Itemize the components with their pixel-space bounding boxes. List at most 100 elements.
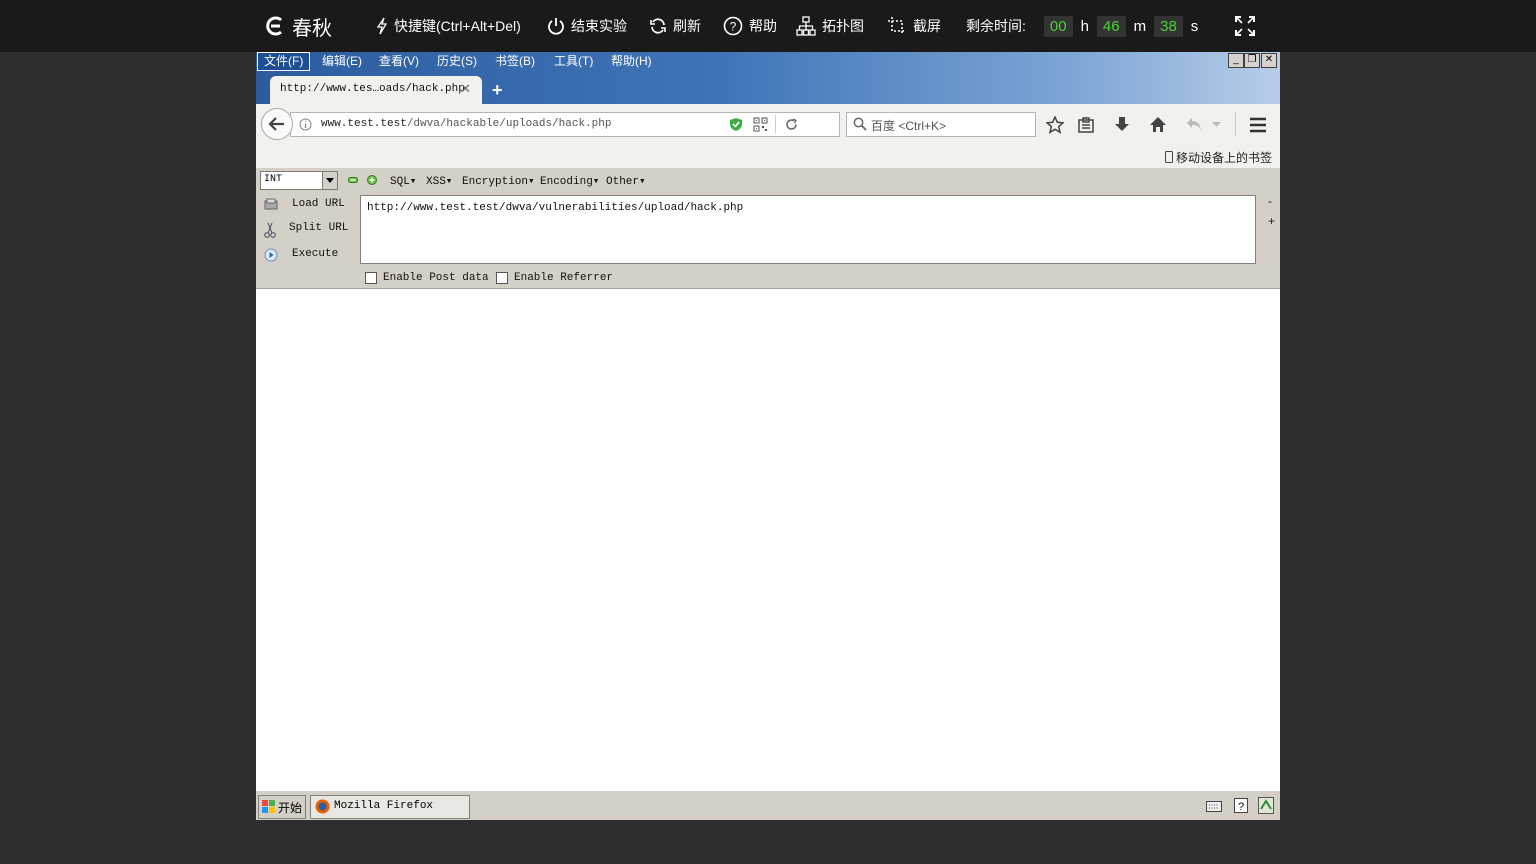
decrease-icon[interactable] — [348, 176, 358, 184]
load-url-label: Load URL — [292, 198, 345, 210]
new-tab-icon[interactable]: + — [492, 80, 503, 101]
expand-textarea-button[interactable]: + — [1268, 214, 1275, 228]
help-tray-icon[interactable]: ? — [1234, 798, 1248, 813]
type-select[interactable]: INT — [260, 171, 338, 190]
help-icon: ? — [723, 16, 743, 36]
page-content — [256, 289, 1280, 789]
menu-tools[interactable]: 工具(T) — [548, 53, 599, 70]
split-url-label: Split URL — [289, 222, 349, 234]
url-bar[interactable]: www.test.test/dwva/hackable/uploads/hack… — [290, 112, 840, 137]
tab-title: http://www.tes…oads/hack.php — [280, 83, 465, 95]
url-text[interactable]: www.test.test/dwva/hackable/uploads/hack… — [321, 118, 611, 130]
seconds-value: 38 — [1154, 15, 1183, 37]
back-arrow-icon — [268, 117, 284, 131]
menu-view[interactable]: 查看(V) — [373, 53, 425, 70]
top-toolbar: 春秋 快捷键(Ctrl+Alt+Del) 结束实验 刷新 ? 帮助 拓扑图 截屏… — [0, 0, 1536, 52]
shield-icon[interactable] — [729, 117, 743, 132]
star-bookmark-icon[interactable] — [1046, 116, 1064, 134]
chevron-down-icon[interactable] — [1212, 122, 1221, 128]
encoding-menu[interactable]: Encoding▾ — [540, 174, 599, 188]
browser-window: 文件(F) 编辑(E) 查看(V) 历史(S) 书签(B) 工具(T) 帮助(H… — [256, 52, 1280, 820]
reload-icon[interactable] — [785, 118, 798, 131]
execute-label: Execute — [292, 248, 339, 260]
shortcut-label: 快捷键(Ctrl+Alt+Del) — [394, 18, 521, 34]
xss-menu[interactable]: XSS▾ — [426, 174, 452, 188]
hackbar-panel: INT SQL▾ XSS▾ Encryption▾ Encoding▾ Othe… — [256, 168, 1280, 289]
navigation-bar: www.test.test/dwva/hackable/uploads/hack… — [256, 104, 1280, 146]
enable-referrer-checkbox[interactable]: Enable Referrer — [496, 272, 613, 284]
ichunqiu-logo: 春秋 — [264, 0, 332, 52]
enable-referrer-label: Enable Referrer — [514, 272, 614, 284]
enable-post-checkbox[interactable]: Enable Post data — [365, 272, 489, 284]
info-icon[interactable] — [299, 118, 312, 131]
menu-bookmarks[interactable]: 书签(B) — [489, 53, 541, 70]
menu-help[interactable]: 帮助(H) — [605, 53, 658, 70]
minutes-value: 46 — [1096, 15, 1126, 37]
search-bar[interactable]: 百度 <Ctrl+K> — [846, 112, 1036, 137]
sql-menu[interactable]: SQL▾ — [390, 174, 416, 188]
fullscreen-icon — [1235, 16, 1255, 36]
mobile-bookmarks-label: 移动设备上的书签 — [1175, 151, 1272, 165]
menu-edit[interactable]: 编辑(E) — [316, 53, 368, 70]
close-tab-icon[interactable]: ✕ — [460, 81, 471, 97]
mobile-bookmarks[interactable]: 移动设备上的书签 — [1164, 149, 1272, 166]
menu-file[interactable]: 文件(F) — [257, 52, 311, 71]
minimize-button[interactable]: _ — [1228, 53, 1244, 68]
keyboard-icon[interactable] — [1206, 799, 1222, 812]
enable-referrer-box[interactable] — [496, 272, 508, 284]
reading-list-icon[interactable] — [1078, 117, 1094, 133]
increase-icon[interactable] — [367, 175, 377, 185]
download-icon[interactable] — [1114, 116, 1130, 134]
url-divider — [775, 115, 776, 133]
windows-logo-icon — [262, 800, 275, 813]
taskbar-firefox-label: Mozilla Firefox — [334, 800, 434, 812]
svg-text:?: ? — [1238, 801, 1244, 813]
hours-value: 00 — [1043, 15, 1073, 37]
shrink-textarea-button[interactable]: - — [1268, 194, 1272, 208]
lightning-icon — [376, 17, 388, 35]
other-menu[interactable]: Other▾ — [606, 174, 646, 188]
undo-icon[interactable] — [1186, 117, 1202, 131]
encryption-menu[interactable]: Encryption▾ — [462, 174, 535, 188]
taskbar-firefox[interactable]: Mozilla Firefox — [310, 795, 470, 819]
tab-active[interactable]: http://www.tes…oads/hack.php ✕ — [270, 76, 482, 104]
start-button[interactable]: 开始 — [258, 795, 306, 819]
taskbar: 开始 Mozilla Firefox ? — [256, 790, 1280, 820]
logo-text: 春秋 — [292, 17, 332, 40]
screenshot-button[interactable]: 截屏 — [887, 0, 941, 52]
enable-post-box[interactable] — [365, 272, 377, 284]
search-placeholder: 百度 <Ctrl+K> — [871, 119, 947, 133]
scissors-icon — [264, 222, 276, 238]
fullscreen-button[interactable] — [1235, 0, 1261, 52]
help-label: 帮助 — [749, 18, 777, 34]
power-icon — [548, 18, 564, 35]
shortcut-button[interactable]: 快捷键(Ctrl+Alt+Del) — [376, 0, 521, 52]
split-url-button[interactable]: Split URL — [264, 222, 348, 241]
topology-icon — [796, 16, 816, 36]
topology-label: 拓扑图 — [822, 18, 864, 34]
url-domain: www.test.test — [321, 118, 407, 130]
start-label: 开始 — [278, 801, 303, 815]
end-experiment-label: 结束实验 — [571, 18, 627, 34]
refresh-label: 刷新 — [673, 18, 701, 34]
menu-history[interactable]: 历史(S) — [431, 53, 483, 70]
hackbar-url-textarea[interactable]: http://www.test.test/dwva/vulnerabilitie… — [360, 195, 1256, 264]
load-url-button[interactable]: Load URL — [264, 198, 345, 213]
close-window-button[interactable]: ✕ — [1261, 53, 1277, 68]
hours-unit: h — [1080, 17, 1089, 35]
search-icon — [853, 117, 867, 131]
hamburger-menu-icon[interactable] — [1249, 117, 1267, 133]
bookmarks-bar: 移动设备上的书签 — [256, 146, 1280, 168]
end-experiment-button[interactable]: 结束实验 — [547, 0, 627, 52]
topology-button[interactable]: 拓扑图 — [796, 0, 864, 52]
select-arrow-icon[interactable] — [322, 172, 337, 189]
help-button[interactable]: ? 帮助 — [723, 0, 777, 52]
refresh-button[interactable]: 刷新 — [649, 0, 701, 52]
home-icon[interactable] — [1149, 116, 1167, 133]
restore-button[interactable]: ❐ — [1244, 53, 1260, 68]
execute-button[interactable]: Execute — [264, 248, 338, 265]
qr-code-icon[interactable] — [753, 117, 768, 132]
network-tray-icon[interactable] — [1258, 797, 1274, 814]
back-button[interactable] — [261, 108, 293, 140]
minutes-unit: m — [1133, 17, 1147, 35]
